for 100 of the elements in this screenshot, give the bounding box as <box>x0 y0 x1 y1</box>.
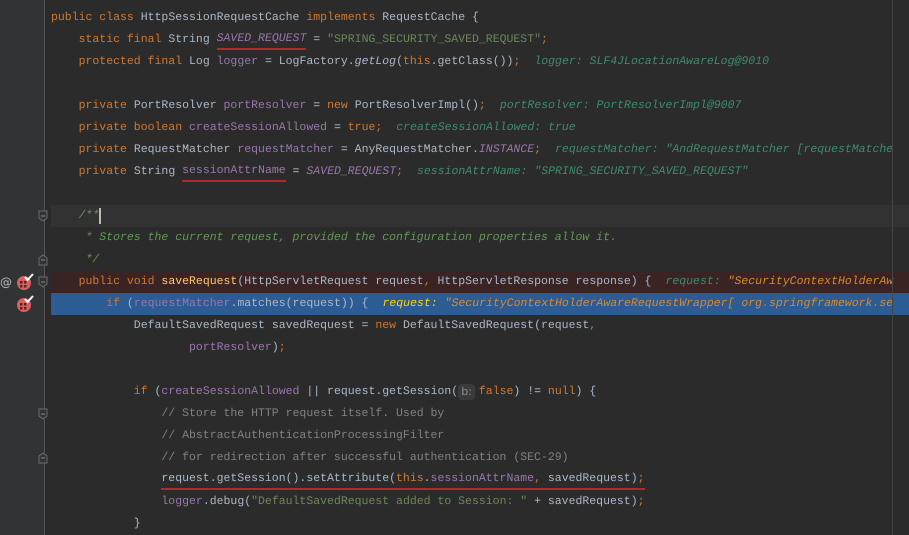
code-keyword: true <box>348 120 376 136</box>
code-field: portResolver <box>224 97 306 115</box>
code-keyword: if <box>134 384 149 400</box>
debug-value-hint: portResolver: PortResolverImpl@9007 <box>500 98 742 114</box>
code-text: = <box>312 32 322 48</box>
code-text: PortResolver <box>134 98 218 114</box>
code-field: sessionAttrName <box>430 470 534 490</box>
code-text: .getClass()) <box>430 54 514 70</box>
code-string: "DefaultSavedRequest added to Session: " <box>251 494 528 510</box>
code-punctuation: , <box>424 274 432 290</box>
code-method-call: getLog <box>354 54 396 70</box>
code-field: requestMatcher <box>237 141 334 159</box>
code-text: ( <box>126 296 134 312</box>
code-punctuation: , <box>589 318 596 334</box>
code-text: = <box>332 120 342 136</box>
debug-value-hint: request: <box>382 296 439 312</box>
code-keyword: implements <box>306 10 376 26</box>
breakpoint-icon[interactable] <box>16 273 34 291</box>
fold-icon[interactable] <box>38 452 48 464</box>
code-constant: SAVED_REQUEST <box>306 164 396 180</box>
code-field: logger <box>161 493 203 511</box>
code-text: PortResolverImpl() <box>354 98 479 114</box>
code-text: ) { <box>576 384 596 400</box>
code-keyword: private <box>78 142 128 158</box>
code-punctuation: ; <box>541 32 548 48</box>
code-keyword: new <box>375 318 398 334</box>
code-keyword: null <box>548 384 576 400</box>
code-punctuation: ; <box>396 164 403 180</box>
doc-comment: * Stores the current request, provided the configuration properties allow it. <box>84 230 617 246</box>
code-text: .matches(request)) { <box>230 296 368 312</box>
code-constant: SAVED_REQUEST <box>216 30 306 50</box>
code-text: (HttpServletRequest request <box>237 274 424 290</box>
code-punctuation: ; <box>534 142 542 158</box>
code-text: ( <box>154 384 162 400</box>
code-text: HttpServletResponse response) { <box>438 274 652 290</box>
code-text: = <box>312 98 322 114</box>
code-comment: // AbstractAuthenticationProcessingFilter <box>161 428 444 444</box>
code-keyword: static final <box>78 32 162 48</box>
code-field: sessionAttrName <box>182 162 286 182</box>
code-field: createSessionAllowed <box>189 119 328 137</box>
debug-value-hint: "SecurityContextHolderAwareRequestWrapper[ org.springframework.se <box>444 296 894 312</box>
code-keyword: protected final <box>78 54 184 70</box>
doc-comment: /** <box>78 208 100 224</box>
code-keyword: private <box>78 164 128 180</box>
code-keyword: private boolean <box>78 120 184 136</box>
fold-icon[interactable] <box>38 254 48 266</box>
fold-icon[interactable] <box>38 210 48 222</box>
code-keyword: public void <box>78 274 156 290</box>
code-text: ( <box>396 54 403 70</box>
code-constant: INSTANCE <box>478 142 534 158</box>
code-text: ) != <box>513 384 542 400</box>
code-field: createSessionAllowed <box>161 383 300 401</box>
code-text: = AnyRequestMatcher. <box>340 142 479 158</box>
debug-value-hint: "SecurityContextHolderAw <box>728 274 894 290</box>
debug-value-hint: requestMatcher: "AndRequestMatcher [requestMatche <box>555 142 894 158</box>
code-text: . <box>424 470 431 490</box>
code-text: RequestCache { <box>382 10 479 26</box>
code-punctuation: ; <box>278 340 286 356</box>
code-field: requestMatcher <box>134 295 230 313</box>
debug-value-hint: sessionAttrName: "SPRING_SECURITY_SAVED_REQUEST" <box>417 164 748 180</box>
debug-value-hint: createSessionAllowed: true <box>396 120 576 136</box>
code-keyword: this <box>396 470 424 490</box>
code-keyword: private <box>78 98 128 114</box>
override-marker[interactable]: @ <box>0 273 12 291</box>
code-keyword: if <box>106 296 121 312</box>
code-punctuation: ; <box>478 98 486 114</box>
code-text: RequestMatcher <box>134 142 232 158</box>
code-text: .debug( <box>202 494 252 510</box>
code-punctuation: , <box>534 470 548 490</box>
code-keyword: public class <box>51 10 135 26</box>
code-text: + savedRequest) <box>533 494 638 510</box>
code-text: } <box>134 516 141 532</box>
code-keyword: false <box>478 384 514 400</box>
code-text: HttpSessionRequestCache <box>140 10 300 26</box>
code-text: = <box>292 164 300 180</box>
fold-icon[interactable] <box>38 408 48 420</box>
code-text: DefaultSavedRequest(request <box>402 318 590 334</box>
code-comment: // Store the HTTP request itself. Used by <box>161 406 444 422</box>
parameter-hint: b: <box>458 384 475 400</box>
debug-value-hint: logger: SLF4JLocationAwareLog@9010 <box>534 54 769 70</box>
code-text: request.getSession().setAttribute( <box>161 470 396 490</box>
code-text: DefaultSavedRequest savedRequest = <box>134 318 370 334</box>
breakpoint-icon[interactable] <box>16 295 34 313</box>
code-punctuation: ; <box>638 470 645 490</box>
code-field: portResolver <box>188 339 272 357</box>
code-text: Log <box>189 54 211 70</box>
code-keyword: new <box>327 98 349 114</box>
doc-comment: */ <box>84 252 100 268</box>
code-field: logger <box>216 53 258 71</box>
code-punctuation: ; <box>375 120 382 136</box>
code-text: savedRequest) <box>548 470 638 490</box>
code-punctuation: ; <box>638 494 644 510</box>
code-text: = LogFactory. <box>264 54 355 70</box>
code-string: "SPRING_SECURITY_SAVED_REQUEST" <box>327 32 541 48</box>
code-keyword: this <box>403 54 431 70</box>
debug-value-hint: request: <box>665 274 722 290</box>
code-text: || request.getSession( <box>305 384 458 400</box>
code-comment: // for redirection after successful authentication (SEC-29) <box>161 450 569 466</box>
fold-icon[interactable] <box>38 276 48 288</box>
method-name: saveRequest <box>161 274 238 290</box>
